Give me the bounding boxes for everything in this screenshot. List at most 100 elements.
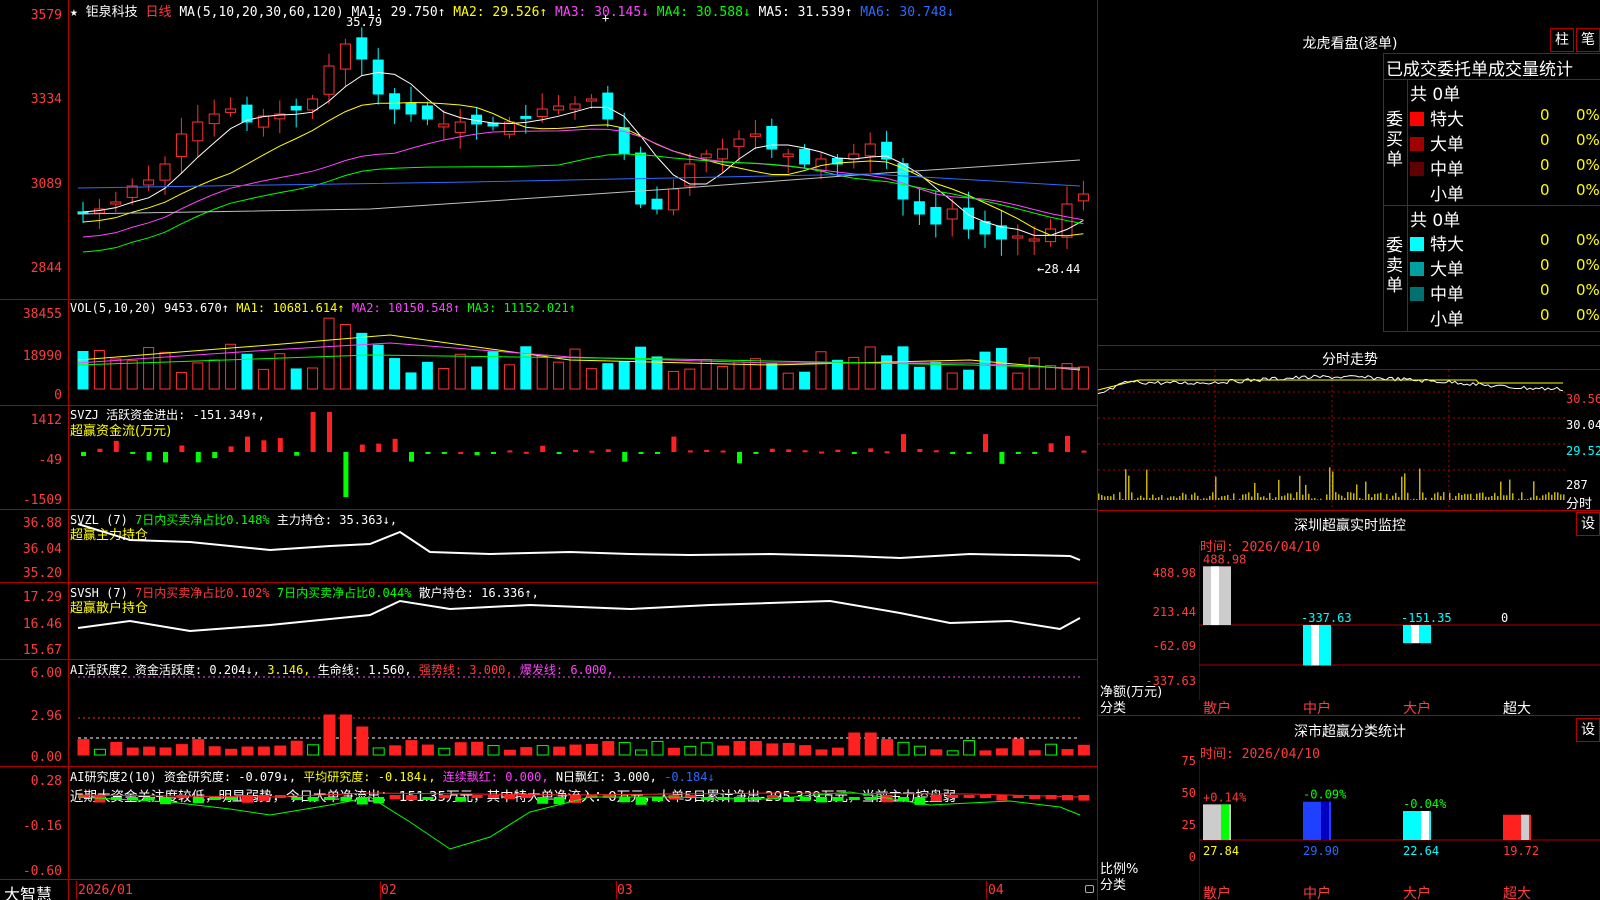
buy-row: 特大 (1410, 105, 1464, 130)
candle-body (1028, 238, 1040, 242)
research-bar (832, 797, 844, 801)
activity-bar (553, 746, 566, 756)
intraday-vol-bar (1317, 499, 1319, 500)
monitor-value: -151.35 (1401, 611, 1452, 625)
candlestick-chart[interactable]: + (70, 14, 1096, 298)
volume-bar (225, 343, 237, 390)
activity-bar (159, 747, 172, 756)
intraday-vol-bar (1326, 494, 1328, 500)
intraday-vol-bar (1362, 499, 1364, 500)
intraday-chart[interactable] (1098, 370, 1566, 509)
svzl-line (77, 523, 1081, 561)
research-bar (848, 797, 860, 800)
intraday-vol-bar (1260, 496, 1262, 500)
volume-bar (356, 332, 368, 390)
intraday-vol-bar (1158, 497, 1160, 500)
intraday-vol-bar (1203, 498, 1205, 500)
activity-bar (175, 744, 188, 756)
classify-y-tick: 0 (1188, 850, 1196, 864)
svsh-chart[interactable] (70, 583, 1096, 658)
pen-view-button[interactable]: 笔 (1576, 28, 1600, 52)
candle-body (1077, 193, 1089, 202)
intraday-vol-bar (1143, 497, 1145, 500)
intraday-price-tick: 29.52 (1566, 444, 1600, 458)
activity-bar (77, 739, 90, 756)
intraday-vol-bar (1110, 496, 1112, 500)
flow-bar (212, 452, 218, 459)
intraday-vol-bar (1470, 493, 1472, 500)
intraday-vol-bar (1257, 493, 1259, 500)
volume-chart[interactable] (70, 315, 1096, 404)
pct: 0% (1576, 181, 1600, 199)
intraday-vol-bar (1245, 494, 1247, 500)
intraday-vol-bar (1182, 492, 1184, 500)
candle-body (667, 188, 679, 211)
intraday-vol-bar (1206, 498, 1208, 500)
flow-bar (966, 452, 972, 454)
monitor-settings-button[interactable]: 设 (1576, 512, 1600, 536)
classify-change: -0.04% (1403, 797, 1447, 811)
pct: 0% (1576, 131, 1600, 149)
candle-body (520, 115, 532, 119)
volume-bar (635, 346, 647, 390)
pct: 0% (1576, 306, 1600, 324)
count: 0 (1540, 256, 1550, 274)
intraday-vol-bar (1524, 499, 1526, 500)
activity-bar (569, 744, 582, 756)
sell-row: 特大 (1410, 230, 1464, 255)
candle-body (175, 133, 187, 157)
research-bar (652, 797, 663, 802)
intraday-vol-bar (1200, 499, 1202, 500)
research-bar (947, 795, 959, 798)
classify-settings-button[interactable]: 设 (1576, 718, 1600, 742)
activity-bar (651, 740, 664, 756)
row-label: 大单 (1430, 135, 1464, 155)
pct: 0% (1576, 156, 1600, 174)
svzl-chart[interactable] (70, 510, 1096, 581)
flow-bar (655, 452, 660, 454)
ai-research-chart[interactable] (70, 767, 1096, 878)
intraday-vol-bar (1308, 493, 1310, 500)
intraday-vol-bar (1563, 494, 1565, 500)
intraday-vol-bar (1395, 492, 1397, 500)
volume-bar (897, 346, 909, 390)
intraday-vol-bar (1131, 492, 1133, 500)
candle-body (913, 201, 925, 215)
activity-bar (110, 742, 123, 756)
intraday-vol-bar (1113, 494, 1115, 500)
intraday-vol-bar (1233, 493, 1235, 500)
volume-bar (536, 355, 548, 390)
ai-activity-chart[interactable] (70, 660, 1096, 765)
main-y-tick: 3334 (30, 92, 62, 107)
activity-bar (339, 714, 352, 756)
research-bar (143, 797, 155, 801)
activity-bar (897, 741, 910, 756)
research-bar (324, 797, 335, 800)
lock-icon[interactable] (1085, 885, 1094, 893)
intraday-vol-bar (1377, 493, 1379, 500)
activity-bar (585, 743, 598, 756)
bar-view-button[interactable]: 柱 (1550, 28, 1574, 52)
intraday-vol-bar (1299, 475, 1301, 500)
candle-body (192, 121, 204, 142)
intraday-vol-bar (1494, 492, 1496, 500)
candle-body (569, 103, 581, 110)
buy-row: 大单 (1410, 130, 1464, 155)
vol-y-tick: 18990 (22, 349, 62, 364)
buy-row: 中单 (1410, 155, 1464, 180)
volume-bar (618, 360, 630, 390)
intraday-vol-bar (1401, 476, 1403, 500)
volume-bar (799, 371, 811, 390)
activity-bar (274, 745, 287, 756)
candle-body (733, 138, 745, 147)
research-bar (504, 795, 516, 800)
research-bar (553, 797, 565, 805)
flow-bar (441, 452, 447, 454)
brand-logo[interactable]: 大智慧 (4, 881, 52, 900)
intraday-vol-bar (1293, 498, 1295, 500)
svzj-chart[interactable] (70, 406, 1096, 508)
classify-bottom-value: 27.84 (1203, 844, 1239, 858)
research-bar (307, 797, 319, 802)
intraday-vol-bar (1278, 479, 1280, 500)
intraday-vol-bar (1329, 467, 1331, 500)
